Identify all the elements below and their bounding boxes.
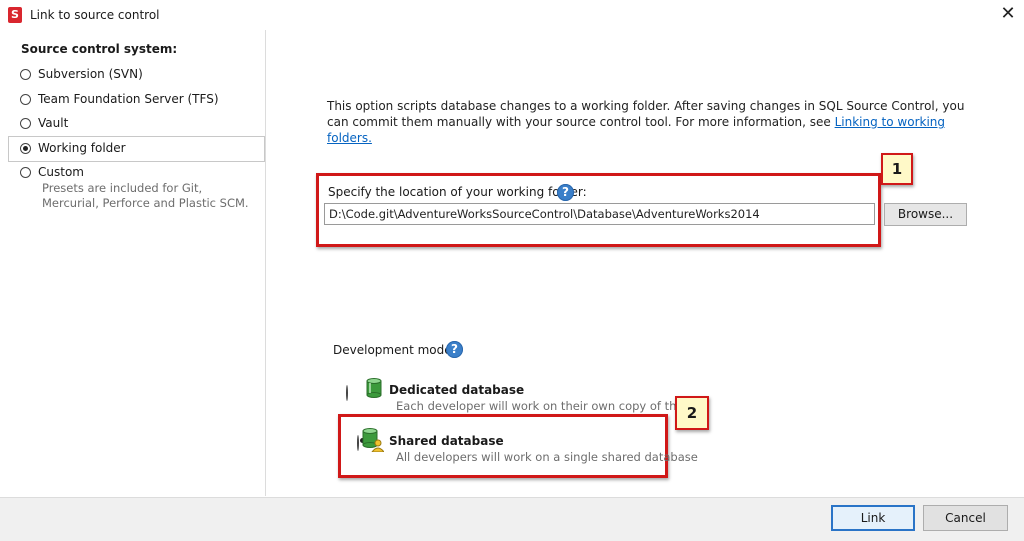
option-subversion[interactable]: Subversion (SVN) [20,64,143,84]
radio-button[interactable] [20,117,31,129]
dedicated-database-title[interactable]: Dedicated database [389,383,524,397]
browse-button[interactable]: Browse... [884,203,967,226]
option-label: Working folder [38,141,126,155]
callout-tag-2: 2 [675,396,709,430]
cancel-button[interactable]: Cancel [923,505,1008,531]
intro-text: This option scripts database changes to … [327,98,967,146]
callout-tag-1: 1 [881,153,913,185]
option-label: Subversion (SVN) [38,67,143,81]
shared-database-description: All developers will work on a single sha… [396,450,698,464]
shared-database-radio[interactable] [357,435,359,451]
database-icon [366,378,382,398]
custom-description: Presets are included for Git, Mercurial,… [42,181,249,210]
working-folder-path-input[interactable] [324,203,875,225]
close-icon[interactable]: ✕ [998,3,1018,25]
option-working-folder[interactable]: Working folder [20,138,126,158]
shared-database-title[interactable]: Shared database [389,434,504,448]
dedicated-database-description: Each developer will work on their own co… [396,399,678,413]
option-label: Custom [38,165,84,179]
development-model-label: Development model: [333,343,460,357]
option-label: Team Foundation Server (TFS) [38,92,219,106]
link-button[interactable]: Link [831,505,915,531]
option-tfs[interactable]: Team Foundation Server (TFS) [20,89,219,109]
dedicated-database-radio[interactable] [346,385,348,401]
sidebar-heading: Source control system: [21,42,178,56]
radio-button[interactable] [20,68,31,80]
window-title: Link to source control [30,8,160,22]
radio-button[interactable] [20,166,31,178]
radio-button[interactable] [20,142,31,154]
radio-button[interactable] [20,93,31,105]
shared-database-icon [362,428,384,452]
help-icon[interactable]: ? [557,184,574,201]
option-vault[interactable]: Vault [20,113,68,133]
option-custom[interactable]: Custom [20,162,84,182]
option-label: Vault [38,116,69,130]
help-icon[interactable]: ? [446,341,463,358]
location-label: Specify the location of your working fol… [328,185,587,199]
app-logo-icon: S [8,7,22,23]
